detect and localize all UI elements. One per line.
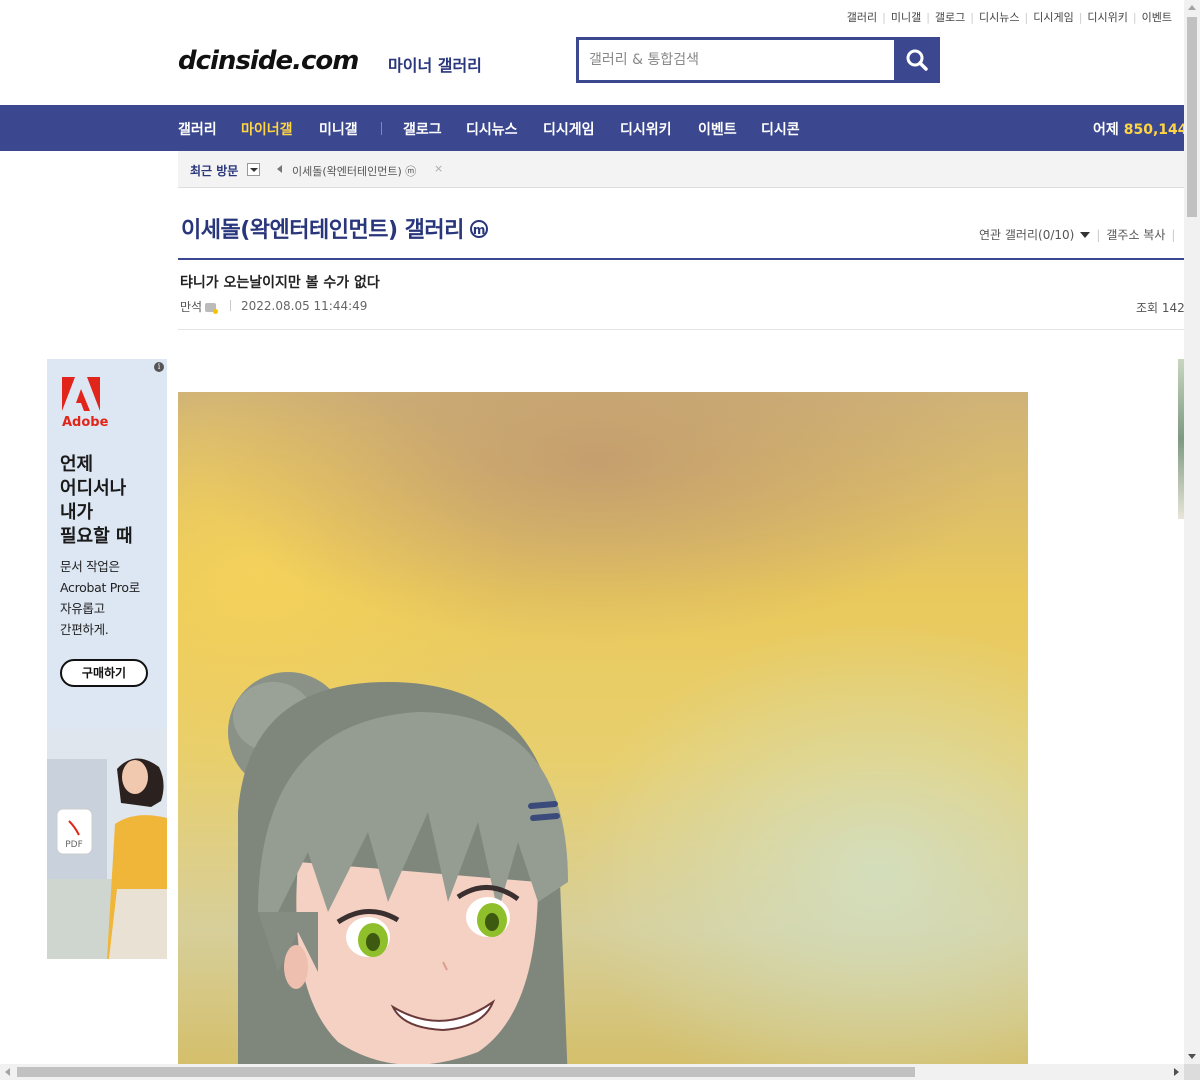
scroll-down-arrow-icon[interactable] (1188, 1054, 1196, 1059)
related-gallery-label: 연관 갤러리(0/10) (979, 228, 1075, 242)
nav-divider (381, 122, 382, 135)
vertical-scroll-thumb[interactable] (1187, 17, 1197, 217)
search-input[interactable] (579, 40, 894, 80)
meta-divider (230, 300, 231, 311)
post-title: 탸니가 오는날이지만 볼 수가 없다 (180, 275, 380, 291)
post-date: 2022.08.05 11:44:49 (241, 299, 368, 313)
nav-item-dcnews[interactable]: 디시뉴스 (466, 119, 518, 139)
yesterday-label: 어제 (1093, 122, 1119, 138)
post-view-count: 조회 142 (1136, 301, 1185, 315)
post-author[interactable]: 만석 (180, 298, 219, 315)
yesterday-count: 850,144 (1123, 122, 1188, 138)
nav-item-minor-gallery[interactable]: 마이너갤 (241, 119, 293, 139)
top-link-event[interactable]: 이벤트 (1142, 11, 1172, 24)
minor-gallery-badge-icon: m (469, 220, 488, 238)
ad-brand: Adobe (62, 415, 109, 430)
ad-photo-woman-illustration: PDF (47, 729, 167, 959)
gallery-title[interactable]: 이세돌(왁엔터테인먼트) 갤러리 m (181, 212, 488, 244)
nav-item-gallog[interactable]: 갤로그 (403, 119, 442, 139)
fixed-nick-icon (205, 303, 219, 314)
ad-headline: 언제 어디서나 내가 필요할 때 (60, 454, 133, 547)
top-link-dcwiki[interactable]: 디시위키 (1087, 11, 1127, 24)
minor-gallery-logo-label[interactable]: 마이너 갤러리 (388, 52, 482, 76)
recent-visits-label: 최근 방문 (190, 164, 239, 178)
related-gallery-button[interactable]: 연관 갤러리(0/10) (979, 228, 1091, 242)
post-author-name: 만석 (180, 300, 203, 314)
site-logo[interactable]: dcinside.com (178, 44, 359, 78)
nav-item-dcgame[interactable]: 디시게임 (543, 119, 595, 139)
post-header-divider (178, 329, 1184, 330)
recent-visits-bar: 최근 방문 이세돌(왁엔터테인먼트) ⓜ × (178, 151, 1184, 188)
nav-item-dcwiki[interactable]: 디시위키 (620, 119, 672, 139)
horizontal-scrollbar[interactable] (0, 1064, 1184, 1080)
adobe-banner-ad[interactable]: i Adobe 언제 어디서나 내가 필요할 때 문서 작업은 Acrobat … (47, 359, 167, 959)
gallery-tools: 연관 갤러리(0/10) | 갤주소 복사 | (979, 228, 1176, 242)
top-link-minigal[interactable]: 미니갤 (891, 11, 921, 24)
adobe-logo-icon (62, 377, 100, 411)
scrollbar-corner (1184, 1064, 1200, 1080)
scroll-up-arrow-icon[interactable] (1188, 5, 1196, 10)
copy-address-button[interactable]: 갤주소 복사 (1106, 228, 1165, 242)
yesterday-visitors: 어제 850,144 (1093, 119, 1188, 139)
ad-info-icon[interactable]: i (154, 362, 164, 372)
horizontal-scroll-thumb[interactable] (17, 1067, 915, 1077)
search-icon (906, 49, 928, 71)
tools-more-divider: | (1171, 228, 1176, 242)
top-utility-links: 갤러리 | 미니갤 | 갤로그 | 디시뉴스 | 디시게임 | 디시위키 | 이벤트 (846, 11, 1172, 24)
post-image[interactable] (178, 392, 1028, 1064)
recent-prev-arrow-icon[interactable] (277, 165, 282, 173)
recent-visits-dropdown[interactable] (247, 163, 260, 176)
main-nav: 갤러리 마이너갤 미니갤 갤로그 디시뉴스 디시게임 디시위키 이벤트 디시콘 … (0, 105, 1188, 151)
nav-item-mini-gallery[interactable]: 미니갤 (319, 119, 358, 139)
scroll-right-arrow-icon[interactable] (1174, 1068, 1179, 1076)
top-link-gallog[interactable]: 갤로그 (935, 11, 965, 24)
gallery-title-text: 이세돌(왁엔터테인먼트) 갤러리 (181, 218, 464, 243)
top-link-dcnews[interactable]: 디시뉴스 (979, 11, 1019, 24)
vertical-scrollbar[interactable] (1184, 0, 1200, 1064)
search-box (576, 37, 940, 83)
nav-item-event[interactable]: 이벤트 (698, 119, 737, 139)
ad-body: 문서 작업은 Acrobat Pro로 자유롭고 간편하게. (60, 559, 140, 637)
recent-gallery-link[interactable]: 이세돌(왁엔터테인먼트) ⓜ (292, 163, 416, 179)
nav-item-dccon[interactable]: 디시콘 (761, 119, 800, 139)
nav-item-gallery[interactable]: 갤러리 (178, 119, 217, 139)
anime-girl-illustration (228, 672, 568, 1064)
scroll-left-arrow-icon[interactable] (5, 1068, 10, 1076)
dropdown-triangle-icon (1080, 232, 1091, 238)
top-link-gallery[interactable]: 갤러리 (847, 11, 877, 24)
pdf-file-label: PDF (65, 840, 83, 850)
search-button[interactable] (894, 37, 940, 83)
ad-buy-button[interactable]: 구매하기 (60, 659, 148, 687)
gallery-title-underline (178, 258, 1184, 260)
recent-remove-icon[interactable]: × (434, 162, 443, 175)
top-link-dcgame[interactable]: 디시게임 (1033, 11, 1073, 24)
